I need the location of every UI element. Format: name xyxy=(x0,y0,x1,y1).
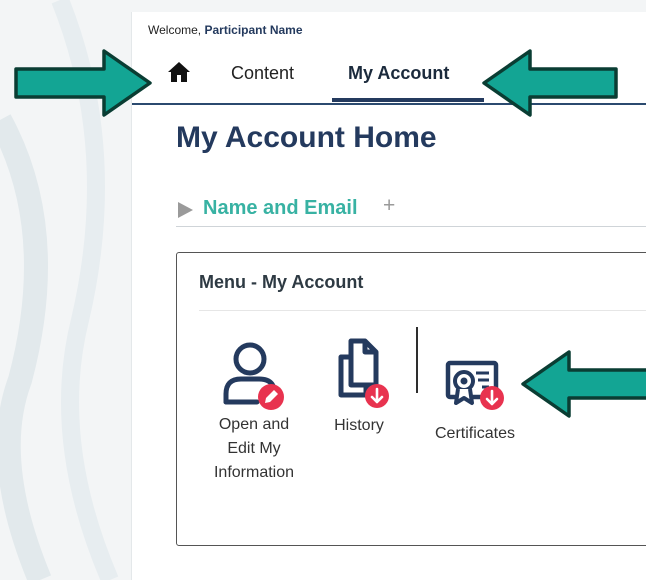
tab-my-account[interactable]: My Account xyxy=(348,63,449,84)
name-email-section-header[interactable]: Name and Email + xyxy=(176,194,646,227)
user-edit-icon xyxy=(223,342,284,410)
annotation-arrow-left-icon xyxy=(521,350,646,418)
home-icon[interactable] xyxy=(167,61,191,83)
history-link[interactable]: History xyxy=(317,337,401,438)
certificate-download-icon xyxy=(445,360,504,410)
annotation-arrow-right-icon xyxy=(14,49,152,117)
menu-title: Menu - My Account xyxy=(199,272,364,292)
menu-vertical-divider xyxy=(416,327,418,393)
certificates-link[interactable]: Certificates xyxy=(425,359,525,446)
menu-item-label: History xyxy=(334,417,384,434)
welcome-text: Welcome, Participant Name xyxy=(148,23,303,37)
tab-content[interactable]: Content xyxy=(231,63,294,84)
documents-download-icon xyxy=(338,338,389,408)
label-line: Open and xyxy=(218,416,290,433)
open-edit-information-link[interactable]: Open and Edit My Information xyxy=(194,339,314,485)
page-title: My Account Home xyxy=(176,121,437,154)
label-line: Information xyxy=(213,464,295,481)
annotation-arrow-left-icon xyxy=(482,49,618,117)
active-tab-indicator xyxy=(332,98,484,102)
menu-divider xyxy=(199,310,646,311)
expand-triangle-icon xyxy=(178,202,193,218)
label-line: Edit My xyxy=(227,440,281,457)
menu-item-label: Certificates xyxy=(434,425,516,442)
participant-name: Participant Name xyxy=(204,23,303,37)
section-title[interactable]: Name and Email xyxy=(203,197,358,220)
expand-plus-icon[interactable]: + xyxy=(383,194,395,218)
menu-item-label: Open and Edit My Information xyxy=(194,413,314,485)
welcome-prefix: Welcome, xyxy=(148,23,202,37)
